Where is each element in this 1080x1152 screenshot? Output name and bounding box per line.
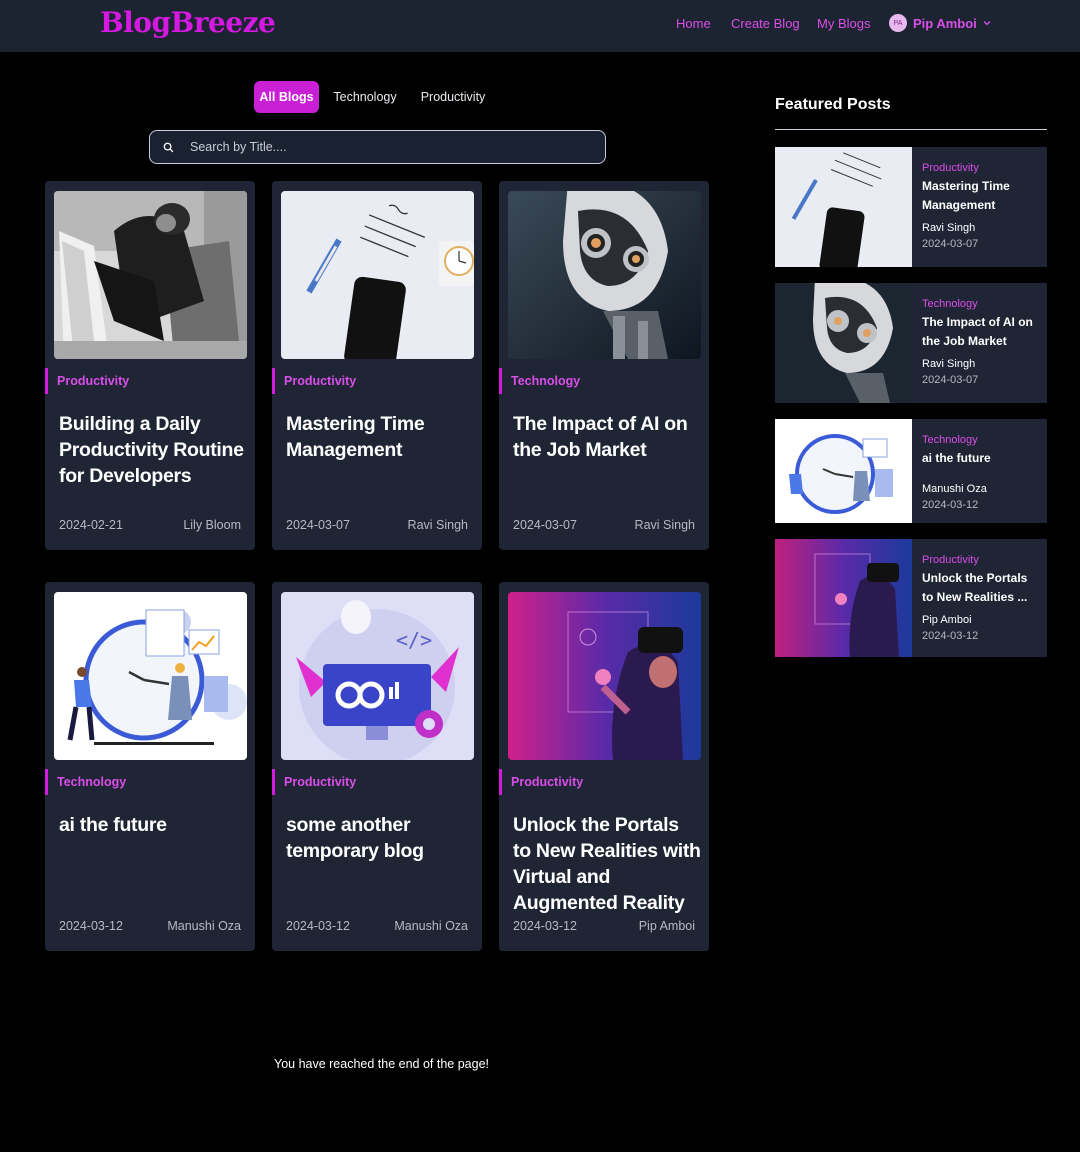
featured-date: 2024-03-07: [922, 374, 979, 386]
blog-card[interactable]: </> Productivity some another temporary …: [272, 582, 482, 951]
todo-note-phone-thumbnail: [775, 147, 912, 267]
featured-title[interactable]: Unlock the Portals to New Realities ...: [922, 569, 1040, 607]
nav-create-blog-link[interactable]: Create Blog: [731, 16, 800, 31]
featured-title[interactable]: The Impact of AI on the Job Market: [922, 313, 1040, 351]
card-author: Ravi Singh: [407, 518, 468, 532]
vr-headset-thumbnail: [775, 539, 912, 657]
blog-card[interactable]: Productivity Unlock the Portals to New R…: [499, 582, 709, 951]
card-category: Technology: [499, 368, 580, 394]
featured-date: 2024-03-12: [922, 499, 979, 511]
clock-illustration-thumbnail: [775, 419, 912, 523]
robot-photo: [508, 191, 701, 359]
avatar: PA: [889, 14, 907, 32]
card-title[interactable]: Building a Daily Productivity Routine fo…: [59, 411, 247, 489]
card-date: 2024-03-12: [59, 919, 123, 933]
featured-posts-heading: Featured Posts: [775, 96, 891, 113]
featured-date: 2024-03-12: [922, 630, 979, 642]
vr-headset-photo: [508, 592, 701, 760]
end-of-page-message: You have reached the end of the page!: [274, 1057, 489, 1071]
card-date: 2024-02-21: [59, 518, 123, 532]
user-menu-button[interactable]: PA Pip Amboi: [889, 13, 991, 33]
card-title[interactable]: Unlock the Portals to New Realities with…: [513, 812, 701, 916]
nav-home-link[interactable]: Home: [676, 16, 711, 31]
featured-category: Productivity: [922, 162, 979, 174]
robot-thumbnail: [775, 283, 912, 403]
card-author: Lily Bloom: [183, 518, 241, 532]
featured-author: Ravi Singh: [922, 358, 976, 370]
card-author: Ravi Singh: [634, 518, 695, 532]
featured-category: Technology: [922, 298, 978, 310]
svg-text:</>: </>: [396, 628, 432, 652]
card-title[interactable]: The Impact of AI on the Job Market: [513, 411, 701, 463]
featured-post-item[interactable]: Technology ai the future Manushi Oza 202…: [775, 419, 1047, 523]
card-date: 2024-03-07: [286, 518, 350, 532]
card-category: Productivity: [499, 769, 583, 795]
card-author: Manushi Oza: [167, 919, 241, 933]
blog-card[interactable]: Productivity Building a Daily Productivi…: [45, 181, 255, 550]
blog-card[interactable]: Technology The Impact of AI on the Job M…: [499, 181, 709, 550]
filter-technology[interactable]: Technology: [326, 81, 404, 113]
card-category: Productivity: [272, 769, 356, 795]
person-sleeping-photo: [54, 191, 247, 359]
featured-post-item[interactable]: Productivity Unlock the Portals to New R…: [775, 539, 1047, 657]
featured-post-item[interactable]: Technology The Impact of AI on the Job M…: [775, 283, 1047, 403]
featured-author: Manushi Oza: [922, 483, 987, 495]
card-category: Productivity: [272, 368, 356, 394]
featured-category: Technology: [922, 434, 978, 446]
featured-date: 2024-03-07: [922, 238, 979, 250]
card-author: Manushi Oza: [394, 919, 468, 933]
top-navbar: BlogBreeze Home Create Blog My Blogs PA …: [0, 0, 1080, 52]
filter-all-blogs[interactable]: All Blogs: [254, 81, 319, 113]
card-category: Productivity: [45, 368, 129, 394]
search-input[interactable]: [180, 140, 605, 154]
search-icon: [150, 142, 180, 153]
featured-category: Productivity: [922, 554, 979, 566]
blog-card[interactable]: Technology ai the future 2024-03-12 Manu…: [45, 582, 255, 951]
chevron-down-icon: [983, 20, 991, 26]
card-title[interactable]: Mastering Time Management: [286, 411, 474, 463]
featured-author: Pip Amboi: [922, 614, 972, 626]
card-title[interactable]: ai the future: [59, 812, 247, 838]
nav-my-blogs-link[interactable]: My Blogs: [817, 16, 870, 31]
user-name: Pip Amboi: [913, 15, 977, 31]
featured-title[interactable]: Mastering Time Management: [922, 177, 1040, 215]
coding-monitor-illustration: </>: [281, 592, 474, 760]
filter-productivity[interactable]: Productivity: [412, 81, 494, 113]
brand-logo[interactable]: BlogBreeze: [100, 6, 276, 39]
search-bar: [149, 130, 606, 164]
card-date: 2024-03-12: [286, 919, 350, 933]
card-category: Technology: [45, 769, 126, 795]
featured-post-item[interactable]: Productivity Mastering Time Management R…: [775, 147, 1047, 267]
card-title[interactable]: some another temporary blog: [286, 812, 474, 864]
card-date: 2024-03-07: [513, 518, 577, 532]
todo-note-phone-photo: [281, 191, 474, 359]
featured-title[interactable]: ai the future: [922, 449, 1040, 468]
card-author: Pip Amboi: [638, 919, 695, 933]
card-date: 2024-03-12: [513, 919, 577, 933]
divider: [775, 129, 1047, 130]
clock-illustration: [54, 592, 247, 760]
featured-author: Ravi Singh: [922, 222, 976, 234]
blog-card[interactable]: Productivity Mastering Time Management 2…: [272, 181, 482, 550]
